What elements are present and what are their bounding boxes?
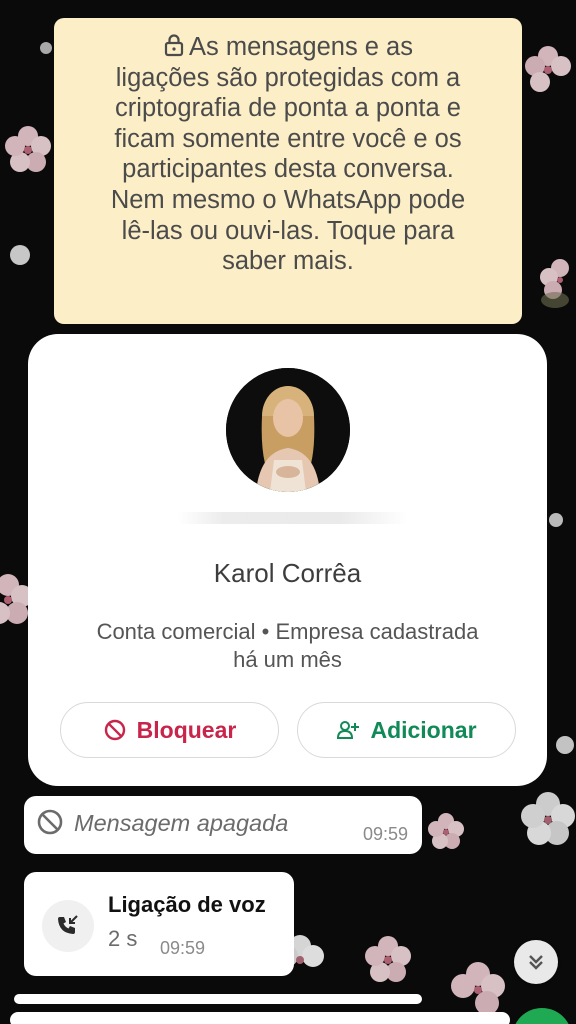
encryption-line-5: participantes desta conversa.	[122, 155, 454, 184]
encryption-line-3: criptografia de ponta a ponta e	[115, 94, 461, 123]
encryption-line-4: ficam somente entre você e os	[114, 124, 462, 153]
add-contact-button[interactable]: Adicionar	[297, 702, 516, 758]
deleted-message-time: 09:59	[362, 824, 408, 844]
encryption-line-6: Nem mesmo o WhatsApp pode	[110, 185, 466, 214]
call-icon-wrapper	[42, 900, 94, 952]
incoming-call-icon	[58, 915, 78, 934]
call-duration: 2 s	[108, 926, 138, 951]
block-icon	[104, 719, 125, 741]
profile-card: Karol Corrêa Conta comercial • Empresa c…	[28, 334, 547, 786]
encryption-line-8: saber mais.	[222, 247, 354, 276]
account-info-line-1: Conta comercial • Empresa cadastrada	[96, 619, 479, 644]
blurred-phone-number	[178, 512, 408, 524]
encryption-line-2: ligações são protegidas com a	[115, 63, 461, 92]
avatar-photo	[226, 368, 350, 492]
scroll-down-button[interactable]	[514, 940, 558, 984]
partial-message-bubble	[14, 994, 422, 1004]
avatar[interactable]	[226, 368, 350, 492]
encryption-line-1: As mensagens e as	[70, 32, 506, 63]
deleted-icon	[37, 809, 63, 835]
double-chevron-down-icon	[529, 955, 543, 970]
call-title: Ligação de voz	[108, 892, 266, 917]
account-info-line-2: há um mês	[233, 647, 342, 672]
add-contact-icon	[337, 721, 360, 739]
block-button[interactable]: Bloquear	[60, 702, 279, 758]
account-info: Conta comercial • Empresa cadastrada há …	[58, 618, 517, 674]
add-label: Adicionar	[370, 716, 477, 743]
profile-name: Karol Corrêa	[213, 558, 362, 588]
lock-icon	[164, 34, 184, 57]
deleted-message-bubble[interactable]: Mensagem apagada 09:59	[24, 796, 422, 854]
deleted-message-text: Mensagem apagada	[74, 810, 289, 836]
voice-call-bubble[interactable]: Ligação de voz 2 s 09:59	[24, 872, 294, 976]
block-label: Bloquear	[136, 716, 237, 743]
call-time: 09:59	[160, 938, 206, 958]
encryption-notice[interactable]: As mensagens e as ligações são protegida…	[54, 18, 522, 324]
message-input-bar[interactable]	[10, 1012, 510, 1024]
encryption-line-7: lê-las ou ouvi-las. Toque para	[121, 216, 455, 245]
